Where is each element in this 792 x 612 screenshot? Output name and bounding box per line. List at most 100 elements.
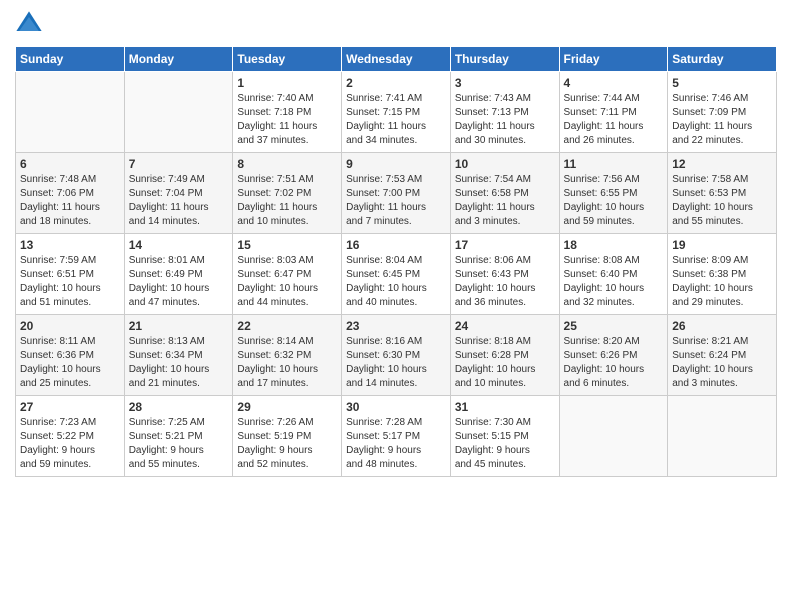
day-info: Sunrise: 7:48 AM Sunset: 7:06 PM Dayligh… (20, 173, 120, 229)
day-number: 31 (455, 400, 555, 414)
day-number: 18 (564, 238, 664, 252)
day-number: 24 (455, 319, 555, 333)
calendar-cell: 11 Sunrise: 7:56 AM Sunset: 6:55 PM Dayli… (559, 153, 668, 234)
day-info: Sunrise: 7:59 AM Sunset: 6:51 PM Dayligh… (20, 254, 120, 310)
calendar-cell: 13 Sunrise: 7:59 AM Sunset: 6:51 PM Dayli… (16, 234, 125, 315)
calendar-cell: 5 Sunrise: 7:46 AM Sunset: 7:09 PM Daylig… (668, 72, 777, 153)
calendar-cell: 25 Sunrise: 8:20 AM Sunset: 6:26 PM Dayli… (559, 315, 668, 396)
day-info: Sunrise: 8:14 AM Sunset: 6:32 PM Dayligh… (237, 335, 337, 391)
day-number: 28 (129, 400, 229, 414)
day-info: Sunrise: 7:54 AM Sunset: 6:58 PM Dayligh… (455, 173, 555, 229)
header-cell-friday: Friday (559, 47, 668, 72)
header-cell-wednesday: Wednesday (342, 47, 451, 72)
day-number: 30 (346, 400, 446, 414)
day-number: 23 (346, 319, 446, 333)
calendar-cell (124, 72, 233, 153)
day-number: 19 (672, 238, 772, 252)
day-number: 14 (129, 238, 229, 252)
calendar-cell: 3 Sunrise: 7:43 AM Sunset: 7:13 PM Daylig… (450, 72, 559, 153)
day-number: 16 (346, 238, 446, 252)
calendar-cell: 7 Sunrise: 7:49 AM Sunset: 7:04 PM Daylig… (124, 153, 233, 234)
day-number: 3 (455, 76, 555, 90)
calendar-cell: 10 Sunrise: 7:54 AM Sunset: 6:58 PM Dayli… (450, 153, 559, 234)
day-number: 20 (20, 319, 120, 333)
header-cell-sunday: Sunday (16, 47, 125, 72)
day-number: 9 (346, 157, 446, 171)
day-number: 26 (672, 319, 772, 333)
calendar-cell (559, 396, 668, 477)
calendar-body: 1 Sunrise: 7:40 AM Sunset: 7:18 PM Daylig… (16, 72, 777, 477)
header-cell-thursday: Thursday (450, 47, 559, 72)
page-header (15, 10, 777, 38)
day-info: Sunrise: 8:18 AM Sunset: 6:28 PM Dayligh… (455, 335, 555, 391)
day-info: Sunrise: 7:46 AM Sunset: 7:09 PM Dayligh… (672, 92, 772, 148)
day-number: 13 (20, 238, 120, 252)
header-cell-monday: Monday (124, 47, 233, 72)
calendar-cell: 30 Sunrise: 7:28 AM Sunset: 5:17 PM Dayli… (342, 396, 451, 477)
day-number: 1 (237, 76, 337, 90)
day-info: Sunrise: 7:30 AM Sunset: 5:15 PM Dayligh… (455, 416, 555, 472)
calendar-cell (16, 72, 125, 153)
logo (15, 10, 47, 38)
calendar-cell: 6 Sunrise: 7:48 AM Sunset: 7:06 PM Daylig… (16, 153, 125, 234)
day-number: 12 (672, 157, 772, 171)
day-number: 10 (455, 157, 555, 171)
day-number: 7 (129, 157, 229, 171)
day-info: Sunrise: 8:04 AM Sunset: 6:45 PM Dayligh… (346, 254, 446, 310)
calendar-cell: 4 Sunrise: 7:44 AM Sunset: 7:11 PM Daylig… (559, 72, 668, 153)
day-info: Sunrise: 7:28 AM Sunset: 5:17 PM Dayligh… (346, 416, 446, 472)
calendar-cell: 18Sunrise: 8:08 AM Sunset: 6:40 PM Dayli… (559, 234, 668, 315)
day-number: 4 (564, 76, 664, 90)
calendar-cell (668, 396, 777, 477)
calendar-week-3: 13 Sunrise: 7:59 AM Sunset: 6:51 PM Dayli… (16, 234, 777, 315)
calendar-cell: 19Sunrise: 8:09 AM Sunset: 6:38 PM Dayli… (668, 234, 777, 315)
calendar-cell: 23Sunrise: 8:16 AM Sunset: 6:30 PM Dayli… (342, 315, 451, 396)
day-info: Sunrise: 7:56 AM Sunset: 6:55 PM Dayligh… (564, 173, 664, 229)
calendar-cell: 27Sunrise: 7:23 AM Sunset: 5:22 PM Dayli… (16, 396, 125, 477)
day-info: Sunrise: 7:49 AM Sunset: 7:04 PM Dayligh… (129, 173, 229, 229)
calendar-cell: 2Sunrise: 7:41 AM Sunset: 7:15 PM Daylig… (342, 72, 451, 153)
day-number: 6 (20, 157, 120, 171)
day-info: Sunrise: 8:13 AM Sunset: 6:34 PM Dayligh… (129, 335, 229, 391)
day-number: 15 (237, 238, 337, 252)
day-info: Sunrise: 7:23 AM Sunset: 5:22 PM Dayligh… (20, 416, 120, 472)
day-info: Sunrise: 8:03 AM Sunset: 6:47 PM Dayligh… (237, 254, 337, 310)
day-info: Sunrise: 7:43 AM Sunset: 7:13 PM Dayligh… (455, 92, 555, 148)
day-number: 25 (564, 319, 664, 333)
day-number: 11 (564, 157, 664, 171)
logo-icon (15, 10, 43, 38)
calendar-cell: 17 Sunrise: 8:06 AM Sunset: 6:43 PM Dayli… (450, 234, 559, 315)
day-number: 22 (237, 319, 337, 333)
calendar-week-5: 27Sunrise: 7:23 AM Sunset: 5:22 PM Dayli… (16, 396, 777, 477)
day-info: Sunrise: 7:25 AM Sunset: 5:21 PM Dayligh… (129, 416, 229, 472)
calendar-cell: 26 Sunrise: 8:21 AM Sunset: 6:24 PM Dayli… (668, 315, 777, 396)
day-number: 29 (237, 400, 337, 414)
day-info: Sunrise: 7:44 AM Sunset: 7:11 PM Dayligh… (564, 92, 664, 148)
calendar-cell: 16 Sunrise: 8:04 AM Sunset: 6:45 PM Dayli… (342, 234, 451, 315)
day-info: Sunrise: 8:06 AM Sunset: 6:43 PM Dayligh… (455, 254, 555, 310)
calendar-cell: 24 Sunrise: 8:18 AM Sunset: 6:28 PM Dayli… (450, 315, 559, 396)
calendar-cell: 28 Sunrise: 7:25 AM Sunset: 5:21 PM Dayli… (124, 396, 233, 477)
calendar-week-2: 6 Sunrise: 7:48 AM Sunset: 7:06 PM Daylig… (16, 153, 777, 234)
calendar-cell: 15 Sunrise: 8:03 AM Sunset: 6:47 PM Dayli… (233, 234, 342, 315)
day-info: Sunrise: 8:21 AM Sunset: 6:24 PM Dayligh… (672, 335, 772, 391)
header-row: SundayMondayTuesdayWednesdayThursdayFrid… (16, 47, 777, 72)
calendar-cell: 1 Sunrise: 7:40 AM Sunset: 7:18 PM Daylig… (233, 72, 342, 153)
calendar-cell: 12 Sunrise: 7:58 AM Sunset: 6:53 PM Dayli… (668, 153, 777, 234)
calendar-cell: 20 Sunrise: 8:11 AM Sunset: 6:36 PM Dayli… (16, 315, 125, 396)
day-number: 8 (237, 157, 337, 171)
calendar-week-1: 1 Sunrise: 7:40 AM Sunset: 7:18 PM Daylig… (16, 72, 777, 153)
header-cell-tuesday: Tuesday (233, 47, 342, 72)
day-info: Sunrise: 7:58 AM Sunset: 6:53 PM Dayligh… (672, 173, 772, 229)
day-info: Sunrise: 8:11 AM Sunset: 6:36 PM Dayligh… (20, 335, 120, 391)
calendar-cell: 9 Sunrise: 7:53 AM Sunset: 7:00 PM Daylig… (342, 153, 451, 234)
day-info: Sunrise: 7:53 AM Sunset: 7:00 PM Dayligh… (346, 173, 446, 229)
day-info: Sunrise: 8:20 AM Sunset: 6:26 PM Dayligh… (564, 335, 664, 391)
day-info: Sunrise: 7:26 AM Sunset: 5:19 PM Dayligh… (237, 416, 337, 472)
day-number: 2 (346, 76, 446, 90)
day-number: 5 (672, 76, 772, 90)
day-number: 17 (455, 238, 555, 252)
day-info: Sunrise: 7:40 AM Sunset: 7:18 PM Dayligh… (237, 92, 337, 148)
calendar-header: SundayMondayTuesdayWednesdayThursdayFrid… (16, 47, 777, 72)
calendar-table: SundayMondayTuesdayWednesdayThursdayFrid… (15, 46, 777, 477)
